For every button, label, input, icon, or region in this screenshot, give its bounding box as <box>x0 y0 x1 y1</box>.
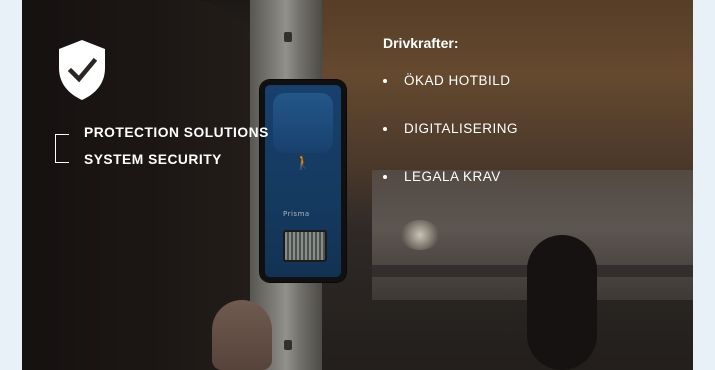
heading-system-security: SYSTEM SECURITY <box>84 152 222 167</box>
drivers-item-label: DIGITALISERING <box>404 121 519 136</box>
bullet-dot-icon <box>383 175 387 179</box>
drivers-item-label: LEGALA KRAV <box>404 169 501 184</box>
drivers-item-label: ÖKAD HOTBILD <box>404 73 511 88</box>
shield-check-icon <box>59 40 105 100</box>
bullet-dot-icon <box>383 127 387 131</box>
heading-protection-solutions: PROTECTION SOLUTIONS <box>84 125 269 140</box>
dark-overlay <box>22 0 693 370</box>
drivers-title: Drivkrafter: <box>383 35 459 51</box>
hero-slide: 🚶 Prisma PROTECTION SOLUTIONS SYSTEM SEC… <box>22 0 693 370</box>
bullet-dot-icon <box>383 79 387 83</box>
bracket-icon <box>55 134 69 163</box>
